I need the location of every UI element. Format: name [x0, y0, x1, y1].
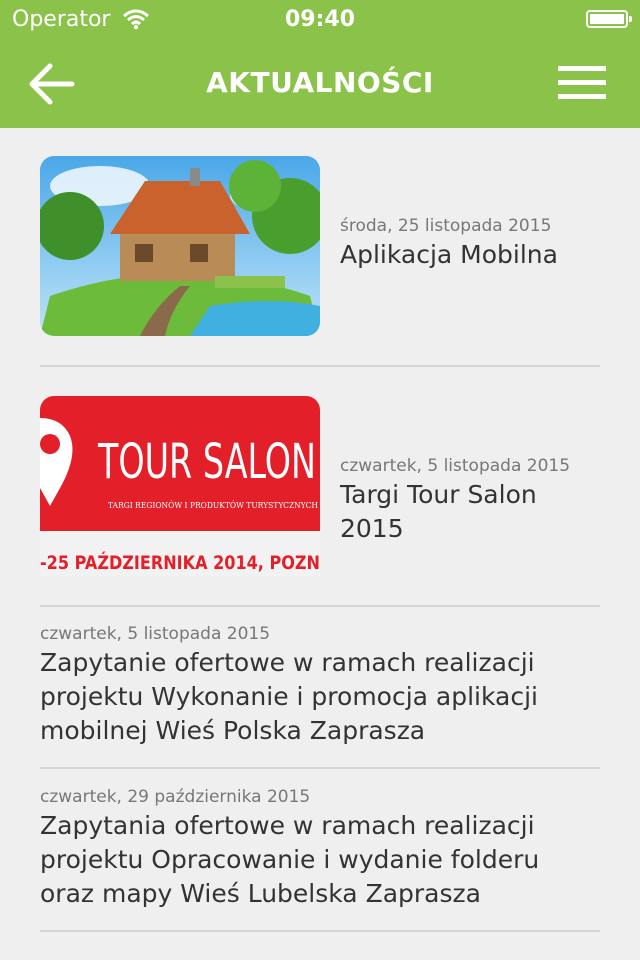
news-item[interactable]: TOUR SALON TARGI REGIONÓW I PRODUKTÓW TU…	[40, 396, 600, 576]
navigation-bar: AKTUALNOŚCI	[0, 40, 640, 128]
news-date: czwartek, 5 listopada 2015	[340, 456, 571, 476]
news-date: czwartek, 29 października 2015	[40, 787, 311, 807]
news-date: środa, 25 listopada 2015	[340, 216, 552, 236]
news-title: Zapytania ofertowe w ramach realizacji p…	[40, 811, 540, 908]
news-thumbnail-cottage	[40, 156, 320, 336]
battery-icon	[586, 10, 632, 28]
news-title: Aplikacja Mobilna	[340, 240, 558, 269]
divider	[40, 767, 600, 769]
divider	[40, 930, 600, 932]
news-thumbnail-tour-salon: TOUR SALON TARGI REGIONÓW I PRODUKTÓW TU…	[40, 396, 320, 576]
divider	[40, 605, 600, 607]
news-item[interactable]: czwartek, 29 października 2015 Zapytania…	[40, 787, 600, 911]
tour-salon-banner-image: TOUR SALON TARGI REGIONÓW I PRODUKTÓW TU…	[40, 396, 320, 576]
banner-brand-text: TOUR SALON	[97, 434, 316, 490]
news-item[interactable]: środa, 25 listopada 2015 Aplikacja Mobil…	[40, 156, 600, 336]
status-time: 09:40	[284, 7, 356, 32]
news-title: Zapytanie ofertowe w ramach realizacji p…	[40, 648, 538, 745]
page-title: AKTUALNOŚCI	[206, 66, 434, 99]
divider	[40, 365, 600, 367]
news-date: czwartek, 5 listopada 2015	[40, 624, 271, 644]
news-item[interactable]: czwartek, 5 listopada 2015 Zapytanie ofe…	[40, 624, 600, 748]
status-bar: Operator 09:40	[0, 0, 640, 40]
hamburger-menu-icon[interactable]	[558, 64, 606, 102]
news-title: Targi Tour Salon 2015	[340, 480, 537, 543]
banner-dates-text: -25 PAŹDZIERNIKA 2014, POZN	[40, 551, 320, 574]
banner-tagline-text: TARGI REGIONÓW I PRODUKTÓW TURYSTYCZNYCH	[108, 501, 318, 510]
app-header: Operator 09:40 AKTUALNOŚCI	[0, 0, 640, 128]
cottage-image	[40, 156, 320, 336]
